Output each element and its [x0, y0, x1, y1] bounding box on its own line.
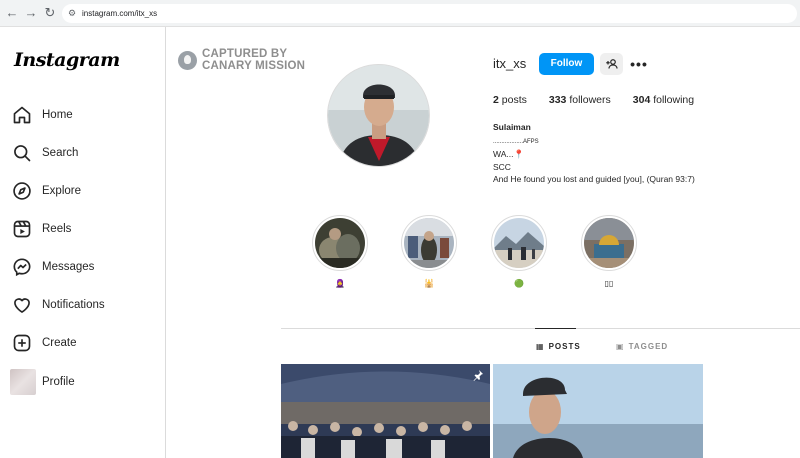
sidebar-item-messages[interactable]: Messages [12, 255, 94, 279]
sidebar-item-label: Create [42, 337, 77, 349]
site-settings-icon[interactable]: ⚙ [68, 4, 76, 23]
highlight-cover [494, 218, 544, 268]
bio-line: And He found you lost and guided [you], … [493, 174, 695, 184]
browser-toolbar: ← → ↻ ⚙ instagram.com/itx_xs [0, 0, 800, 27]
sidebar-item-create[interactable]: Create [12, 331, 77, 355]
tab-posts[interactable]: ▦ POSTS [536, 342, 581, 351]
followers-count[interactable]: 333 followers [549, 94, 611, 106]
post-image [281, 364, 490, 458]
home-icon [13, 106, 31, 124]
avatar [10, 369, 36, 395]
bio-line: SCC [493, 161, 511, 172]
sidebar-item-label: Profile [42, 376, 75, 388]
story-highlight[interactable]: 🟢 [491, 215, 547, 289]
highlight-caption: 🕌 [424, 279, 434, 288]
highlight-cover [404, 218, 454, 268]
sidebar-item-reels[interactable]: Reels [12, 217, 71, 241]
sidebar-item-label: Notifications [42, 299, 105, 311]
story-highlight[interactable]: 🧕 [312, 215, 368, 289]
tag-icon: ▣ [616, 342, 625, 351]
reels-icon [13, 220, 31, 238]
active-tab-indicator [535, 328, 576, 329]
compass-icon [13, 182, 31, 200]
add-user-icon [605, 59, 618, 69]
messenger-icon [13, 258, 31, 277]
bio-line: ..................AFPS [493, 138, 539, 145]
bio-line: WA...📍 [493, 149, 525, 159]
reload-icon[interactable]: ↻ [42, 5, 58, 21]
profile-display-name: Sulaiman [493, 122, 531, 132]
profile-stats: 2 posts 333 followers 304 following [493, 94, 716, 106]
sidebar-item-label: Messages [42, 261, 95, 273]
sidebar-item-label: Search [42, 147, 79, 159]
highlight-caption: 🧕 [335, 279, 345, 288]
more-options-icon[interactable]: ••• [629, 53, 649, 75]
watermark-line: CAPTURED BY [202, 48, 288, 60]
highlight-caption: ▯▯ [604, 279, 614, 288]
suggested-users-button[interactable] [600, 53, 623, 75]
watermark: CAPTURED BY CANARY MISSION [178, 48, 305, 72]
post-thumbnail[interactable] [493, 364, 703, 458]
tab-label: TAGGED [628, 342, 669, 351]
url-text: instagram.com/itx_xs [82, 9, 158, 18]
sidebar-item-label: Explore [42, 185, 81, 197]
plus-square-icon [13, 334, 31, 352]
sidebar: Instagram Home Search Explore Reels Mess… [0, 27, 166, 458]
highlight-cover [315, 218, 365, 268]
following-count[interactable]: 304 following [633, 94, 694, 106]
grid-icon: ▦ [536, 342, 545, 351]
sidebar-item-label: Reels [42, 223, 72, 235]
tab-label: POSTS [548, 342, 581, 351]
search-icon [14, 145, 31, 162]
post-thumbnail[interactable] [281, 364, 490, 458]
sidebar-item-explore[interactable]: Explore [12, 179, 81, 203]
instagram-logo[interactable]: Instagram [14, 49, 120, 71]
pin-icon [473, 370, 483, 381]
profile-username: itx_xs [493, 56, 527, 71]
highlight-caption: 🟢 [514, 279, 524, 288]
follow-button[interactable]: Follow [539, 53, 594, 75]
posts-count: 2 posts [493, 94, 527, 106]
story-highlight[interactable]: 🕌 [401, 215, 457, 289]
watermark-line: CANARY MISSION [202, 60, 306, 72]
heart-icon [14, 298, 30, 313]
post-image [493, 364, 703, 458]
story-highlight[interactable]: ▯▯ [581, 215, 637, 289]
sidebar-item-label: Home [42, 109, 73, 121]
sidebar-item-notifications[interactable]: Notifications [12, 293, 105, 317]
forward-icon[interactable]: → [23, 5, 39, 21]
canary-logo-icon [178, 50, 197, 70]
address-bar[interactable]: ⚙ instagram.com/itx_xs [62, 4, 797, 23]
back-icon[interactable]: ← [4, 5, 20, 21]
sidebar-item-search[interactable]: Search [12, 141, 78, 165]
sidebar-item-home[interactable]: Home [12, 103, 73, 127]
profile-picture[interactable] [327, 64, 430, 167]
sidebar-item-profile[interactable]: Profile [10, 368, 75, 396]
tab-tagged[interactable]: ▣ TAGGED [616, 342, 668, 351]
highlight-cover [584, 218, 634, 268]
profile-photo [328, 65, 429, 166]
profile-bio: Sulaiman ..................AFPS WA...📍 S… [493, 121, 695, 186]
